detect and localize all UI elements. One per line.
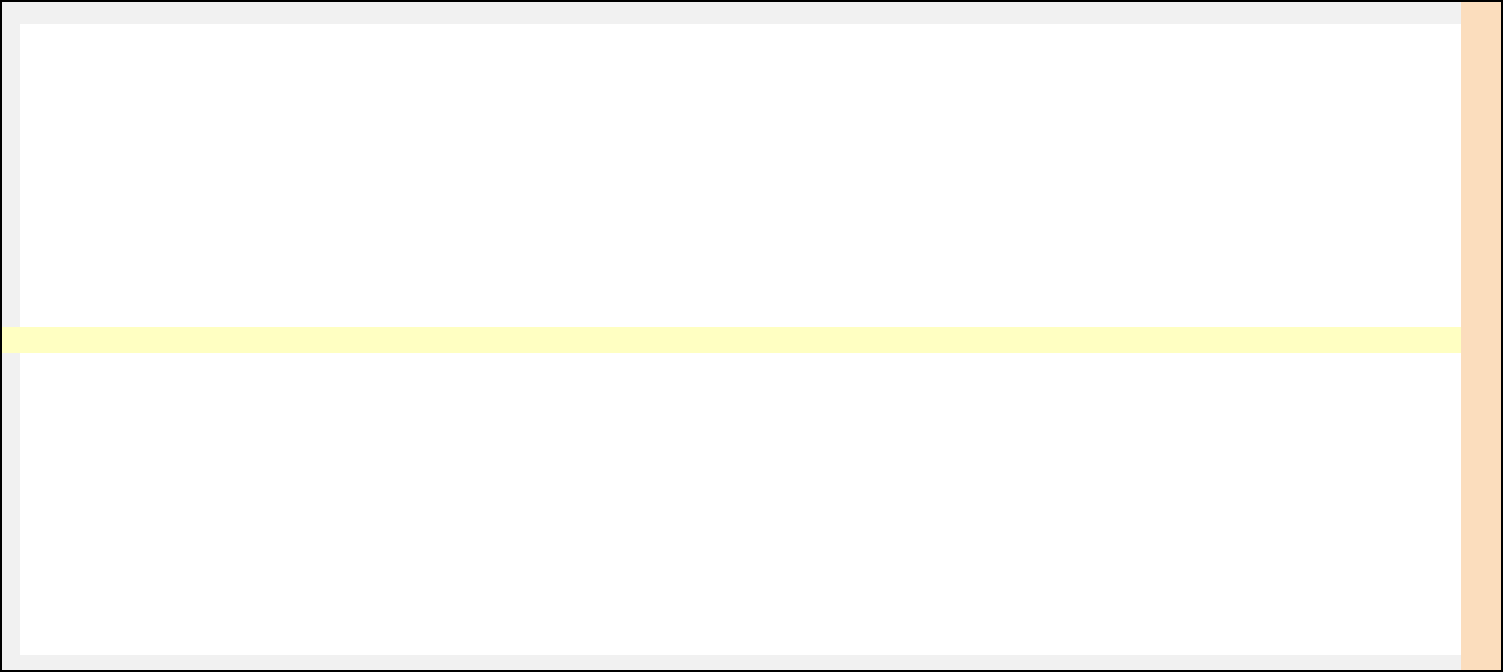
- panel-bottom-side-gutter: [2, 353, 20, 655]
- spectrogram-top-canvas: [20, 25, 1461, 327]
- time-axis: [2, 327, 1461, 353]
- frequency-axis: [1461, 2, 1501, 670]
- bottom-strip: [2, 655, 1461, 670]
- spectrograph-window: [0, 0, 1503, 672]
- title-bar: [2, 2, 1461, 24]
- panel-bottom: [2, 353, 1461, 655]
- panel-top: [2, 24, 1461, 327]
- panel-top-side-gutter: [2, 24, 20, 327]
- main-column: [2, 2, 1461, 670]
- spectrogram-bottom-canvas: [20, 353, 1461, 655]
